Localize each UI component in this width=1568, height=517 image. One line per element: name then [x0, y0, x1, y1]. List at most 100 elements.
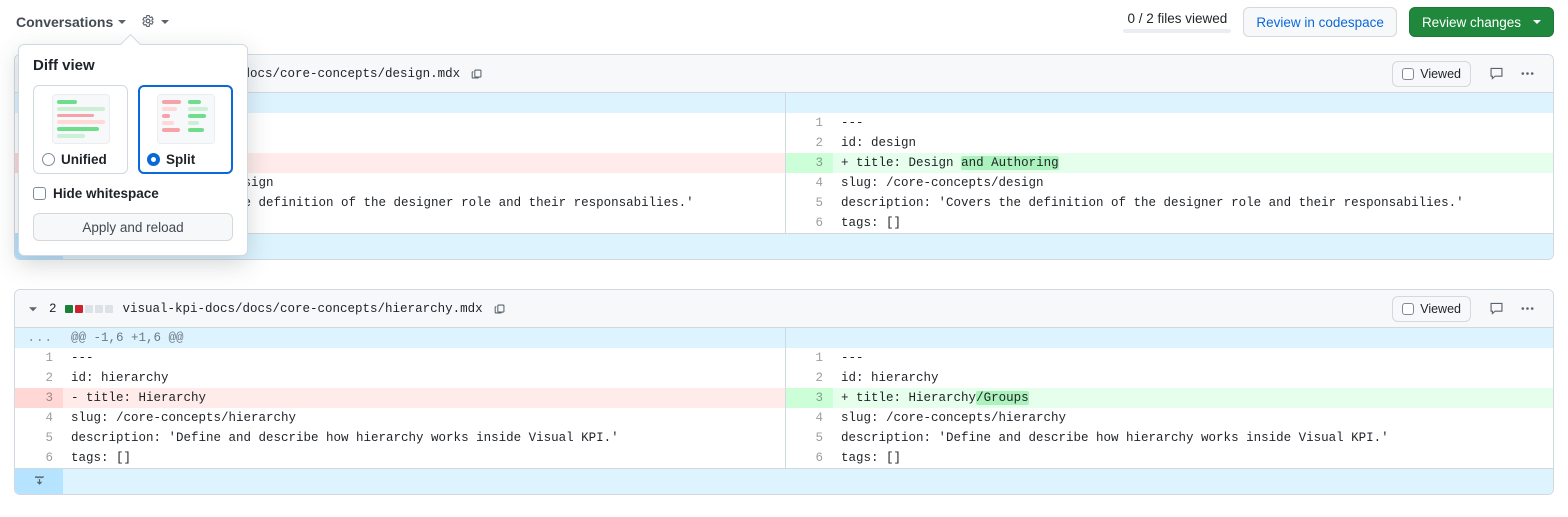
- code-cell-left: ---: [63, 348, 786, 368]
- viewed-checkbox[interactable]: [1402, 67, 1415, 80]
- viewed-label: Viewed: [1420, 301, 1461, 316]
- diff-body-2: ... @@ -1,6 +1,6 @@ 1 --- 1 --- 2 id: hi…: [15, 328, 1553, 468]
- collapse-chevron-icon[interactable]: [25, 301, 41, 317]
- code-cell-right: slug: /core-concepts/design: [841, 176, 1044, 190]
- chevron-down-icon: [161, 20, 170, 24]
- line-number-right: 1: [785, 113, 833, 133]
- line-number-right: 4: [785, 173, 833, 193]
- file-options-kebab-icon[interactable]: [1512, 62, 1543, 85]
- expand-row-fill: [63, 234, 1553, 259]
- file-comment-icon[interactable]: [1481, 297, 1512, 320]
- code-cell-right: id: design: [841, 136, 917, 150]
- split-option-row[interactable]: Split: [147, 152, 224, 167]
- file-header-actions-1: Viewed: [1392, 60, 1543, 87]
- table-row: 5 description: 'Define and describe how …: [15, 428, 1553, 448]
- line-number-right: 1: [785, 348, 833, 368]
- conversations-label: Conversations: [16, 14, 114, 30]
- line-number-right: 5: [785, 193, 833, 213]
- line-number-left: 1: [15, 348, 63, 368]
- diff-view-title: Diff view: [33, 57, 95, 74]
- code-cell-right: ---: [841, 116, 864, 130]
- diff-hunk-row: ... @@ -1,6 +1,6 @@: [15, 328, 1553, 348]
- code-cell-left: tags: []: [63, 448, 786, 468]
- toolbar-left-group: Conversations: [0, 11, 171, 34]
- review-changes-label: Review changes: [1421, 14, 1521, 30]
- code-cell-left-deletion: - title: Hierarchy: [63, 388, 786, 408]
- code-cell-right: tags: []: [841, 451, 902, 465]
- apply-and-reload-button[interactable]: Apply and reload: [33, 213, 233, 241]
- diff-table-2: ... @@ -1,6 +1,6 @@ 1 --- 1 --- 2 id: hi…: [15, 328, 1553, 468]
- line-number-left: 5: [15, 428, 63, 448]
- viewed-toggle-1[interactable]: Viewed: [1392, 60, 1471, 87]
- code-cell-right-addition: + title: Design and Authoring: [833, 153, 1553, 173]
- expand-context-row-2: [15, 468, 1553, 494]
- hide-whitespace-checkbox[interactable]: [33, 187, 46, 200]
- code-cell-right-addition: + title: Hierarchy/Groups: [833, 388, 1553, 408]
- code-cell-right: tags: []: [841, 216, 902, 230]
- diff-view-dropdown-panel: Diff view Unified Split Hide whitespace …: [18, 44, 248, 256]
- chevron-down-icon: [118, 20, 127, 24]
- line-number-left: 6: [15, 448, 63, 468]
- hunk-header-right: [833, 328, 1553, 348]
- hunk-gutter-right: [785, 328, 833, 348]
- unified-option-row[interactable]: Unified: [42, 152, 119, 167]
- files-toolbar: Conversations 0 / 2 files viewed Review …: [0, 0, 1568, 44]
- file-comment-icon[interactable]: [1481, 62, 1512, 85]
- diff-view-option-unified[interactable]: Unified: [33, 85, 128, 174]
- review-in-codespace-button[interactable]: Review in codespace: [1243, 7, 1397, 37]
- files-viewed-progress: 0 / 2 files viewed: [1123, 11, 1232, 33]
- hide-whitespace-row[interactable]: Hide whitespace: [33, 186, 233, 201]
- code-cell-left: slug: /core-concepts/hierarchy: [63, 408, 786, 428]
- review-changes-button[interactable]: Review changes: [1408, 7, 1554, 37]
- viewed-label: Viewed: [1420, 66, 1461, 81]
- hunk-header-right: [833, 93, 1553, 113]
- file-change-count-2: 2: [49, 301, 57, 316]
- file-path-2[interactable]: visual-kpi-docs/docs/core-concepts/hiera…: [123, 302, 483, 316]
- line-number-right: 6: [785, 213, 833, 233]
- table-row-changed: 3 - title: Hierarchy 3 + title: Hierarch…: [15, 388, 1553, 408]
- line-number-left: 2: [15, 368, 63, 388]
- code-cell-right: description: 'Covers the definition of t…: [841, 196, 1464, 210]
- hide-whitespace-label: Hide whitespace: [53, 186, 159, 201]
- diff-view-option-split[interactable]: Split: [138, 85, 233, 174]
- gear-icon: [140, 13, 156, 32]
- files-viewed-progressbar: [1123, 29, 1232, 33]
- line-number-right: 3: [785, 388, 833, 408]
- viewed-toggle-2[interactable]: Viewed: [1392, 295, 1471, 322]
- pull-request-files-page: Conversations 0 / 2 files viewed Review …: [0, 0, 1568, 517]
- copy-path-icon[interactable]: [493, 302, 507, 316]
- code-cell-left: description: 'Define and describe how hi…: [63, 428, 786, 448]
- file-header-2: 2 visual-kpi-docs/docs/core-concepts/hie…: [15, 290, 1553, 328]
- diff-settings-button[interactable]: [138, 11, 171, 34]
- split-radio[interactable]: [147, 153, 160, 166]
- table-row: 1 --- 1 ---: [15, 348, 1553, 368]
- code-cell-right: id: hierarchy: [841, 371, 939, 385]
- table-row: 2 id: hierarchy 2 id: hierarchy: [15, 368, 1553, 388]
- line-number-right: 6: [785, 448, 833, 468]
- unified-radio[interactable]: [42, 153, 55, 166]
- expand-down-button[interactable]: [15, 469, 63, 494]
- unified-label: Unified: [61, 152, 107, 167]
- line-number-right: 4: [785, 408, 833, 428]
- unified-preview-icon: [51, 94, 110, 144]
- split-preview-icon: [156, 94, 215, 144]
- line-number-right: 2: [785, 133, 833, 153]
- table-row: 4 slug: /core-concepts/hierarchy 4 slug:…: [15, 408, 1553, 428]
- copy-path-icon[interactable]: [470, 67, 484, 81]
- viewed-checkbox[interactable]: [1402, 302, 1415, 315]
- files-viewed-label: 0 / 2 files viewed: [1127, 11, 1228, 26]
- chevron-down-icon: [1533, 20, 1541, 24]
- conversations-filter-button[interactable]: Conversations: [14, 12, 128, 32]
- split-label: Split: [166, 152, 196, 167]
- line-number-right: 2: [785, 368, 833, 388]
- hunk-gutter-left[interactable]: ...: [15, 328, 63, 348]
- line-number-right: 5: [785, 428, 833, 448]
- expand-row-fill: [63, 469, 1553, 494]
- file-options-kebab-icon[interactable]: [1512, 297, 1543, 320]
- code-cell-right: ---: [841, 351, 864, 365]
- file-header-actions-2: Viewed: [1392, 295, 1543, 322]
- review-in-codespace-label: Review in codespace: [1256, 14, 1384, 30]
- line-number-left: 3: [15, 388, 63, 408]
- line-number-left: 4: [15, 408, 63, 428]
- hunk-header-text: @@ -1,6 +1,6 @@: [63, 328, 786, 348]
